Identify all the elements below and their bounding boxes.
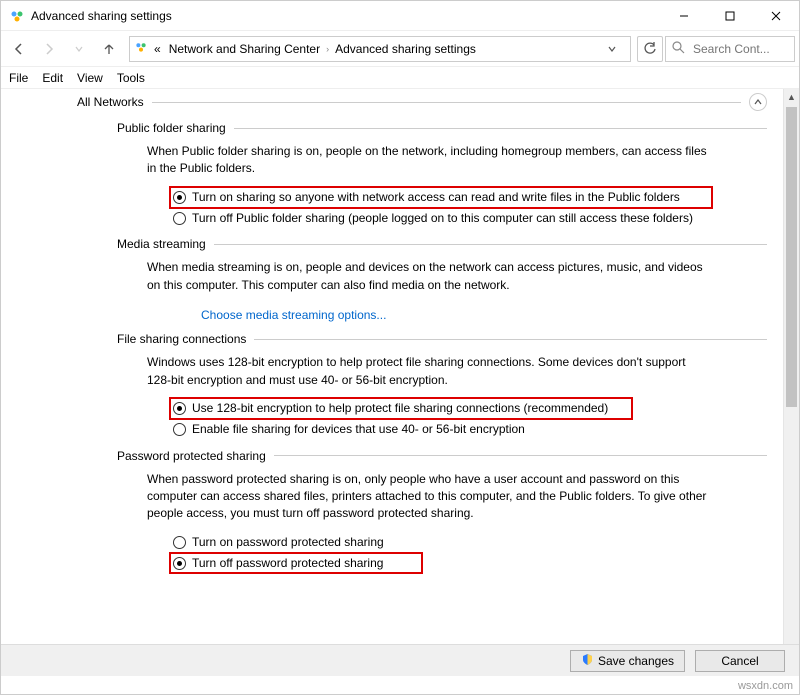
radio-icon — [173, 536, 186, 549]
radio-public-on[interactable]: Turn on sharing so anyone with network a… — [171, 188, 711, 207]
titlebar: Advanced sharing settings — [1, 1, 799, 31]
footer-bar: Save changes Cancel — [1, 644, 799, 676]
section-all-networks[interactable]: All Networks — [77, 93, 767, 111]
minimize-button[interactable] — [661, 1, 707, 31]
group-title-public: Public folder sharing — [117, 121, 226, 135]
shield-icon — [581, 653, 594, 669]
radio-icon — [173, 557, 186, 570]
link-media-options[interactable]: Choose media streaming options... — [201, 308, 386, 322]
up-button[interactable] — [95, 35, 123, 63]
menu-file[interactable]: File — [9, 71, 28, 85]
breadcrumb-network-sharing[interactable]: Network and Sharing Center — [167, 42, 322, 56]
desc-password: When password protected sharing is on, o… — [147, 471, 707, 523]
group-file-sharing: File sharing connections Windows uses 12… — [117, 332, 767, 438]
group-title-filesharing: File sharing connections — [117, 332, 246, 346]
window-controls — [661, 1, 799, 31]
search-input[interactable] — [691, 41, 791, 57]
group-title-password: Password protected sharing — [117, 449, 266, 463]
divider — [152, 102, 741, 103]
scroll-up-icon[interactable]: ▲ — [784, 89, 799, 105]
radio-public-off[interactable]: Turn off Public folder sharing (people l… — [171, 209, 711, 228]
close-button[interactable] — [753, 1, 799, 31]
menu-tools[interactable]: Tools — [117, 71, 145, 85]
menu-view[interactable]: View — [77, 71, 103, 85]
save-label: Save changes — [598, 654, 674, 668]
scrollbar[interactable]: ▲ ▼ — [783, 89, 799, 659]
cancel-label: Cancel — [721, 654, 758, 668]
radio-password-on[interactable]: Turn on password protected sharing — [171, 533, 711, 552]
radio-4056bit[interactable]: Enable file sharing for devices that use… — [171, 420, 711, 439]
content-area: All Networks Public folder sharing When … — [1, 89, 799, 659]
maximize-button[interactable] — [707, 1, 753, 31]
menubar: File Edit View Tools — [1, 67, 799, 89]
collapse-icon[interactable] — [749, 93, 767, 111]
group-media-streaming: Media streaming When media streaming is … — [117, 237, 767, 322]
radio-icon — [173, 423, 186, 436]
cancel-button[interactable]: Cancel — [695, 650, 785, 672]
divider — [214, 244, 767, 245]
group-title-media: Media streaming — [117, 237, 206, 251]
radio-128bit[interactable]: Use 128-bit encryption to help protect f… — [171, 399, 631, 418]
back-button[interactable] — [5, 35, 33, 63]
recent-dropdown[interactable] — [65, 35, 93, 63]
group-public-folder-sharing: Public folder sharing When Public folder… — [117, 121, 767, 227]
divider — [274, 455, 767, 456]
app-icon — [9, 8, 25, 24]
forward-button[interactable] — [35, 35, 63, 63]
radio-label: Use 128-bit encryption to help protect f… — [192, 400, 608, 417]
radio-label: Turn on password protected sharing — [192, 534, 384, 551]
breadcrumb-advanced-sharing[interactable]: Advanced sharing settings — [333, 42, 478, 56]
section-header-label: All Networks — [77, 95, 144, 109]
divider — [234, 128, 767, 129]
group-password-sharing: Password protected sharing When password… — [117, 449, 767, 573]
search-box[interactable] — [665, 36, 795, 62]
window-title: Advanced sharing settings — [31, 9, 661, 23]
radio-label: Turn off Public folder sharing (people l… — [192, 210, 693, 227]
radio-icon — [173, 191, 186, 204]
address-bar[interactable]: « Network and Sharing Center › Advanced … — [129, 36, 631, 62]
radio-password-off[interactable]: Turn off password protected sharing — [171, 554, 421, 573]
scroll-thumb[interactable] — [786, 107, 797, 407]
watermark: wsxdn.com — [738, 680, 793, 692]
menu-edit[interactable]: Edit — [42, 71, 63, 85]
save-changes-button[interactable]: Save changes — [570, 650, 685, 672]
desc-public: When Public folder sharing is on, people… — [147, 143, 707, 178]
breadcrumb-sep-icon: › — [326, 44, 329, 54]
app-icon-small — [134, 40, 148, 57]
search-icon — [672, 41, 685, 57]
breadcrumb-prefix: « — [152, 42, 163, 56]
radio-icon — [173, 212, 186, 225]
radio-label: Turn off password protected sharing — [192, 555, 383, 572]
radio-label: Turn on sharing so anyone with network a… — [192, 189, 680, 206]
desc-filesharing: Windows uses 128-bit encryption to help … — [147, 354, 707, 389]
radio-icon — [173, 402, 186, 415]
refresh-button[interactable] — [637, 36, 663, 62]
desc-media: When media streaming is on, people and d… — [147, 259, 707, 294]
divider — [254, 339, 767, 340]
radio-label: Enable file sharing for devices that use… — [192, 421, 525, 438]
address-dropdown-icon[interactable] — [598, 35, 626, 63]
navbar: « Network and Sharing Center › Advanced … — [1, 31, 799, 67]
